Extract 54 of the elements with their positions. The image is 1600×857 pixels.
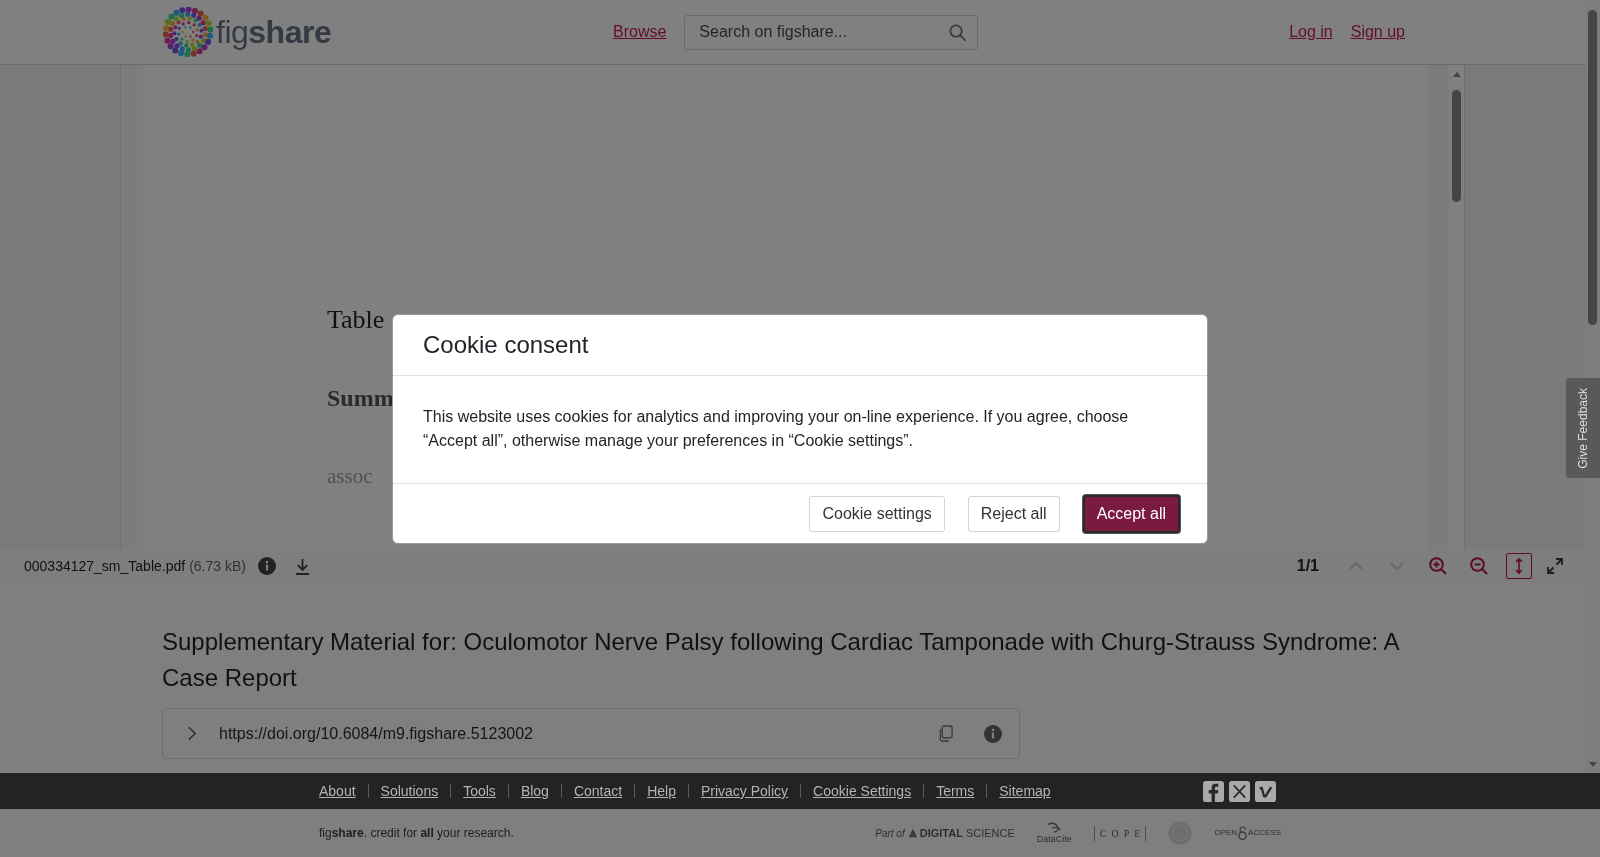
footer-link[interactable]: Contact [573, 783, 623, 799]
viewer-scrollbar[interactable] [1449, 65, 1464, 549]
open-lock-icon [1238, 826, 1248, 840]
footer-link[interactable]: Cookie Settings [813, 783, 912, 799]
pdf-subheading: Summ [327, 384, 394, 413]
doi-text: https://doi.org/10.6084/m9.figshare.5123002 [219, 724, 533, 743]
dialog-button[interactable]: Reject all [967, 495, 1060, 532]
scrollbar-thumb[interactable] [1452, 90, 1461, 202]
footer-link[interactable]: Privacy Policy [700, 783, 789, 799]
partner-wordmark[interactable]: OPEN [1214, 828, 1238, 838]
expand-icon [1546, 557, 1564, 575]
page-indicator: 1/1 [1296, 557, 1319, 575]
accept-button[interactable]: Accept all [1082, 494, 1180, 533]
vertical-arrows-icon [1514, 557, 1524, 575]
feedback-tab[interactable]: Give Feedback [1566, 378, 1600, 478]
search-field[interactable]: Search on figshare... [684, 14, 979, 50]
partner-wordmark[interactable]: COPE [1093, 825, 1147, 841]
partner-caption: Part of [875, 827, 905, 839]
chevron-right-icon[interactable] [187, 726, 196, 741]
facebook-icon[interactable] [1203, 780, 1224, 802]
x-logo-icon[interactable] [1229, 780, 1250, 802]
footer-link[interactable]: Sitemap [999, 783, 1051, 799]
partner-wordmark[interactable]: ACCESS [1248, 828, 1281, 838]
partner-wordmark[interactable]: DIGITAL SCIENCE [919, 827, 1015, 839]
info-icon[interactable] [984, 724, 1002, 743]
vimeo-icon[interactable] [1255, 780, 1276, 802]
info-icon[interactable] [257, 557, 276, 575]
spiral-logo-icon[interactable] [163, 7, 213, 57]
footer-link[interactable]: Tools [463, 783, 496, 799]
fit-height-button[interactable] [1506, 553, 1532, 579]
dialog-button[interactable]: Cookie settings [809, 495, 945, 532]
scroll-down-icon[interactable] [1588, 762, 1597, 767]
footer-link[interactable]: Terms [936, 783, 975, 799]
search-icon[interactable] [949, 23, 967, 41]
dialog-message: This website uses cookies for analytics and improving your on-line experience. If you agree, choose “Accept all”, otherwise manage your preferences in “Cookie settings”. [423, 407, 1130, 451]
scrollbar-thumb[interactable] [1588, 10, 1597, 325]
swirl-mark-icon [1045, 821, 1064, 834]
zoom-out-icon [1470, 557, 1488, 575]
file-name: 000334127_sm_Table.pdf [24, 558, 186, 574]
dialog-title: Cookie consent [423, 330, 589, 360]
scroll-up-icon[interactable] [1452, 72, 1461, 77]
partner-wordmark[interactable]: DataCite [1036, 833, 1072, 845]
download-icon[interactable] [293, 557, 311, 575]
footer-tagline: figshare. credit for all your research. [319, 826, 514, 840]
item-title: Supplementary Material for: Oculomotor Nerve Palsy following Cardiac Tamponade with Churg-Strauss Syndrome: A Case Report [162, 627, 1400, 693]
pdf-table-caption: Table [327, 304, 385, 336]
footer-link[interactable]: About [319, 783, 356, 799]
copy-icon[interactable] [938, 725, 953, 742]
footer-link[interactable]: Help [647, 783, 676, 799]
triangle-mark-icon [907, 828, 918, 838]
file-size: (6.73 kB) [189, 558, 246, 574]
zoom-in-icon [1429, 557, 1447, 575]
footer-link[interactable]: Blog [520, 783, 549, 799]
footer-link[interactable]: Solutions [380, 783, 439, 799]
